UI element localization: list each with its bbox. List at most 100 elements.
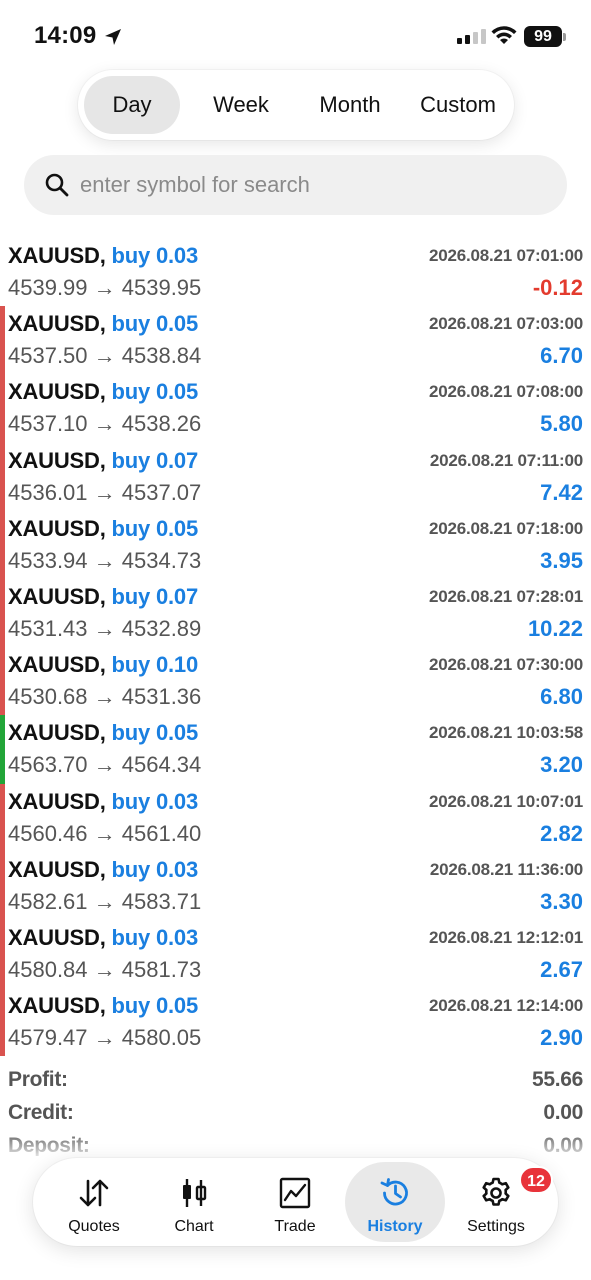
trade-profit: 7.42 xyxy=(540,479,583,505)
trade-prices: 4533.94 → 4534.73 xyxy=(8,547,202,573)
trade-row[interactable]: XAUUSD, buy 0.07 2026.08.21 07:28:01 4531.… xyxy=(0,578,591,648)
summary-row: Credit: 0.00 xyxy=(0,1097,591,1130)
period-week-button[interactable]: Week xyxy=(190,76,292,134)
trade-time: 2026.08.21 10:03:58 xyxy=(428,723,583,743)
trade-symbol-name: XAUUSD, xyxy=(8,583,106,609)
summary-label: Profit: xyxy=(8,1068,68,1091)
wifi-icon xyxy=(491,26,517,44)
screen: 14:09 99 Day Week Month Custom XAUUSD, b… xyxy=(0,0,591,1280)
trade-prices: 4531.43 → 4532.89 xyxy=(8,615,202,641)
trade-row[interactable]: XAUUSD, buy 0.07 2026.08.21 07:11:00 4536.… xyxy=(0,442,591,511)
trade-status-bar xyxy=(0,783,5,852)
trade-symbol: XAUUSD, buy 0.05 xyxy=(8,311,198,337)
tab-history[interactable]: History xyxy=(345,1162,445,1242)
trade-profit: 2.82 xyxy=(540,820,583,846)
trade-time: 2026.08.21 07:01:00 xyxy=(428,246,583,265)
trade-type-volume: buy 0.03 xyxy=(111,788,199,814)
tab-chart-label: Chart xyxy=(174,1218,214,1235)
trade-symbol: XAUUSD, buy 0.03 xyxy=(8,789,198,815)
trade-row[interactable]: XAUUSD, buy 0.03 2026.08.21 12:12:01 4580.… xyxy=(0,919,591,989)
bottom-tab-bar: Quotes Chart Trade History Settings 12 xyxy=(33,1158,558,1246)
trade-row[interactable]: XAUUSD, buy 0.03 2026.08.21 07:01:00 4539.… xyxy=(0,238,591,306)
trade-type-volume: buy 0.07 xyxy=(111,583,199,609)
tab-quotes[interactable]: Quotes xyxy=(44,1162,144,1242)
trade-row[interactable]: XAUUSD, buy 0.03 2026.08.21 10:07:01 4560.… xyxy=(0,783,591,852)
trade-type-volume: buy 0.05 xyxy=(111,515,199,541)
trade-time: 2026.08.21 12:14:00 xyxy=(428,996,583,1016)
trade-profit: 3.95 xyxy=(540,547,583,573)
trade-line-chart-icon xyxy=(279,1177,311,1209)
trade-symbol: XAUUSD, buy 0.03 xyxy=(8,857,198,883)
trade-time: 2026.08.21 07:28:01 xyxy=(428,586,583,606)
trade-row[interactable]: XAUUSD, buy 0.03 2026.08.21 11:36:00 4582.… xyxy=(0,851,591,920)
trade-symbol: XAUUSD, buy 0.05 xyxy=(8,993,198,1019)
trade-type-volume: buy 0.03 xyxy=(111,243,199,268)
trade-symbol-name: XAUUSD, xyxy=(8,243,106,268)
trade-profit: 10.22 xyxy=(527,615,583,641)
trade-profit: 5.80 xyxy=(540,411,583,437)
cellular-signal-icon xyxy=(457,29,486,44)
symbol-search-input[interactable] xyxy=(80,155,540,215)
trade-row[interactable]: XAUUSD, buy 0.05 2026.08.21 07:18:00 4533.… xyxy=(0,510,591,579)
trade-symbol: XAUUSD, buy 0.07 xyxy=(8,448,198,474)
trade-profit: 6.80 xyxy=(540,684,583,710)
trade-symbol-name: XAUUSD, xyxy=(8,311,106,337)
trade-type-volume: buy 0.05 xyxy=(111,379,199,405)
trade-row[interactable]: XAUUSD, buy 0.10 2026.08.21 07:30:00 4530.… xyxy=(0,647,591,716)
trade-prices: 4580.84 → 4581.73 xyxy=(8,956,202,982)
trade-history-list: XAUUSD, buy 0.03 2026.08.21 07:01:00 4539.… xyxy=(0,238,591,1057)
candlestick-chart-icon xyxy=(183,1179,207,1207)
symbol-search-bar xyxy=(24,155,567,215)
tab-quotes-label: Quotes xyxy=(68,1218,120,1235)
period-month-button[interactable]: Month xyxy=(302,76,398,134)
trade-type-volume: buy 0.05 xyxy=(111,993,199,1019)
trade-profit: 2.67 xyxy=(540,956,583,982)
period-day-button[interactable]: Day xyxy=(84,76,180,134)
trade-profit: 6.70 xyxy=(540,343,583,369)
trade-row[interactable]: XAUUSD, buy 0.05 2026.08.21 07:08:00 4537.… xyxy=(0,374,591,443)
trade-symbol-name: XAUUSD, xyxy=(8,720,106,746)
trade-type-volume: buy 0.03 xyxy=(111,856,199,882)
trade-type-volume: buy 0.07 xyxy=(111,447,199,473)
tab-trade[interactable]: Trade xyxy=(245,1162,345,1242)
trade-profit: 2.90 xyxy=(540,1025,583,1051)
trade-symbol: XAUUSD, buy 0.05 xyxy=(8,720,198,746)
trade-profit: 3.30 xyxy=(540,888,583,914)
trade-status-bar xyxy=(0,442,5,511)
trade-status-bar xyxy=(0,510,5,579)
battery-tip xyxy=(563,33,566,41)
trade-symbol-name: XAUUSD, xyxy=(8,788,106,814)
trade-time: 2026.08.21 07:08:00 xyxy=(428,382,583,402)
trade-time: 2026.08.21 07:30:00 xyxy=(428,655,583,675)
trade-status-bar xyxy=(0,851,5,920)
trade-type-volume: buy 0.10 xyxy=(111,652,199,678)
tab-settings[interactable]: Settings 12 xyxy=(446,1162,553,1242)
trade-symbol-name: XAUUSD, xyxy=(8,379,106,405)
trade-symbol: XAUUSD, buy 0.03 xyxy=(8,243,198,269)
trade-row[interactable]: XAUUSD, buy 0.05 2026.08.21 10:03:58 4563.… xyxy=(0,715,591,784)
trade-time: 2026.08.21 11:36:00 xyxy=(429,859,583,879)
search-icon xyxy=(45,173,69,197)
trade-status-bar xyxy=(0,988,5,1057)
history-clock-icon xyxy=(380,1178,408,1206)
tab-chart[interactable]: Chart xyxy=(144,1162,244,1242)
location-arrow-icon xyxy=(105,29,121,45)
settings-notification-badge: 12 xyxy=(519,1166,553,1194)
trade-type-volume: buy 0.05 xyxy=(111,720,199,746)
battery-level: 99 xyxy=(524,26,562,47)
trade-status-bar xyxy=(0,238,5,306)
trade-symbol-name: XAUUSD, xyxy=(8,447,106,473)
trade-prices: 4537.10 → 4538.26 xyxy=(8,411,202,437)
trade-prices: 4537.50 → 4538.84 xyxy=(8,343,202,369)
trade-row[interactable]: XAUUSD, buy 0.05 2026.08.21 12:14:00 4579.… xyxy=(0,988,591,1057)
status-bar: 14:09 99 xyxy=(0,0,591,70)
trade-symbol-name: XAUUSD, xyxy=(8,515,106,541)
period-custom-button[interactable]: Custom xyxy=(406,76,510,134)
trade-status-bar xyxy=(0,919,5,989)
trade-row[interactable]: XAUUSD, buy 0.05 2026.08.21 07:03:00 4537.… xyxy=(0,306,591,375)
tab-settings-label: Settings xyxy=(467,1218,525,1235)
summary-label: Credit: xyxy=(8,1101,74,1124)
trade-symbol-name: XAUUSD, xyxy=(8,652,106,678)
trade-prices: 4539.99 → 4539.95 xyxy=(8,275,202,300)
trade-symbol: XAUUSD, buy 0.05 xyxy=(8,379,198,405)
